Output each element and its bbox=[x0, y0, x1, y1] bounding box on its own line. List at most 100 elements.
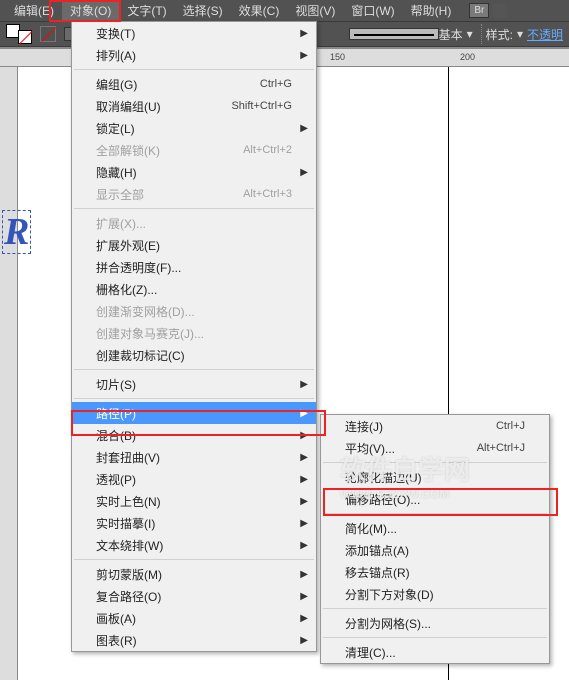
menu-separator bbox=[323, 513, 547, 514]
dropdown-icon[interactable]: ▾ bbox=[463, 27, 477, 41]
menu-shortcut: Ctrl+G bbox=[240, 78, 292, 90]
submenu-arrow-icon: ▶ bbox=[300, 474, 308, 485]
menu-item-label: 图表(R) bbox=[96, 632, 137, 649]
menu-edit[interactable]: 编辑(E) bbox=[6, 0, 62, 21]
submenu-arrow-icon: ▶ bbox=[300, 50, 308, 61]
menu-item[interactable]: 编组(G) Ctrl+G bbox=[72, 73, 316, 95]
menu-item[interactable]: 实时上色(N)▶ bbox=[72, 490, 316, 512]
menu-item-label: 添加锚点(A) bbox=[345, 542, 409, 559]
style-dropdown-icon[interactable]: ▾ bbox=[513, 27, 527, 41]
menu-item[interactable]: 栅格化(Z)... bbox=[72, 278, 316, 300]
menu-item-label: 文本绕排(W) bbox=[96, 537, 163, 554]
object-menu-dropdown: 变换(T)▶排列(A)▶编组(G)Ctrl+G取消编组(U)Shift+Ctrl… bbox=[71, 21, 317, 652]
menu-item-label: 变换(T) bbox=[96, 25, 135, 42]
submenu-arrow-icon: ▶ bbox=[300, 452, 308, 463]
menu-help[interactable]: 帮助(H) bbox=[403, 0, 460, 21]
stroke-swatch[interactable] bbox=[18, 30, 32, 44]
selected-text-object[interactable]: R bbox=[2, 210, 31, 254]
menu-item[interactable]: 扩展外观(E) bbox=[72, 234, 316, 256]
menu-item[interactable]: 封套扭曲(V) ▶ bbox=[72, 446, 316, 468]
menu-item-label: 拼合透明度(F)... bbox=[96, 259, 181, 276]
none-color-icon[interactable] bbox=[40, 26, 56, 42]
menu-item-label: 透视(P) bbox=[96, 471, 136, 488]
menu-item[interactable]: 偏移路径(O)... bbox=[321, 488, 549, 510]
menu-item[interactable]: 平均(V)...Alt+Ctrl+J bbox=[321, 437, 549, 459]
menu-object[interactable]: 对象(O) bbox=[62, 0, 119, 21]
menu-item[interactable]: 隐藏(H) ▶ bbox=[72, 161, 316, 183]
menu-item[interactable]: 切片(S)▶ bbox=[72, 373, 316, 395]
menu-item[interactable]: 分割下方对象(D) bbox=[321, 583, 549, 605]
menu-item-label: 平均(V)... bbox=[345, 440, 395, 457]
menu-item-label: 画板(A) bbox=[96, 610, 136, 627]
menu-item[interactable]: 拼合透明度(F)... bbox=[72, 256, 316, 278]
menu-item[interactable]: 文本绕排(W) ▶ bbox=[72, 534, 316, 556]
menu-text[interactable]: 文字(T) bbox=[119, 0, 174, 21]
menu-item-label: 切片(S) bbox=[96, 376, 136, 393]
menu-item[interactable]: 排列(A)▶ bbox=[72, 44, 316, 66]
menu-shortcut: Ctrl+J bbox=[476, 420, 525, 432]
menu-item-label: 路径(P) bbox=[96, 405, 136, 422]
menu-item[interactable]: 添加锚点(A) bbox=[321, 539, 549, 561]
menu-separator bbox=[74, 208, 314, 209]
menu-item-label: 扩展外观(E) bbox=[96, 237, 160, 254]
submenu-arrow-icon: ▶ bbox=[300, 496, 308, 507]
menu-item[interactable]: 混合(B)▶ bbox=[72, 424, 316, 446]
menu-separator bbox=[323, 608, 547, 609]
menu-item[interactable]: 连接(J)Ctrl+J bbox=[321, 415, 549, 437]
menu-item[interactable]: 透视(P) ▶ bbox=[72, 468, 316, 490]
menu-item-label: 轮廓化描边(U) bbox=[345, 469, 422, 486]
ruler-tick: 200 bbox=[460, 52, 475, 62]
menu-item-label: 全部解锁(K) bbox=[96, 142, 160, 159]
submenu-arrow-icon: ▶ bbox=[300, 635, 308, 646]
submenu-arrow-icon: ▶ bbox=[300, 569, 308, 580]
menu-item[interactable]: 分割为网格(S)... bbox=[321, 612, 549, 634]
menu-item[interactable]: 变换(T)▶ bbox=[72, 22, 316, 44]
menu-separator bbox=[74, 398, 314, 399]
menu-effect[interactable]: 效果(C) bbox=[231, 0, 288, 21]
menu-item[interactable]: 图表(R) ▶ bbox=[72, 629, 316, 651]
menu-item: 创建渐变网格(D)... bbox=[72, 300, 316, 322]
menu-item[interactable]: 实时描摹(I) ▶ bbox=[72, 512, 316, 534]
opacity-link[interactable]: 不透明 bbox=[527, 26, 563, 43]
menu-item: 全部解锁(K)Alt+Ctrl+2 bbox=[72, 139, 316, 161]
fill-stroke-swatch[interactable] bbox=[6, 24, 32, 44]
separator bbox=[481, 24, 482, 44]
submenu-arrow-icon: ▶ bbox=[300, 518, 308, 529]
menu-view[interactable]: 视图(V) bbox=[287, 0, 343, 21]
menu-item-label: 封套扭曲(V) bbox=[96, 449, 160, 466]
menu-item-label: 剪切蒙版(M) bbox=[96, 566, 162, 583]
menu-item-label: 创建对象马赛克(J)... bbox=[96, 325, 204, 342]
menu-item[interactable]: 创建裁切标记(C) bbox=[72, 344, 316, 366]
submenu-arrow-icon: ▶ bbox=[300, 540, 308, 551]
menu-item-label: 编组(G) bbox=[96, 76, 137, 93]
menu-item[interactable]: 简化(M)... bbox=[321, 517, 549, 539]
submenu-arrow-icon: ▶ bbox=[300, 408, 308, 419]
menu-item-label: 分割为网格(S)... bbox=[345, 615, 431, 632]
bridge-button[interactable]: Br bbox=[469, 3, 489, 18]
submenu-arrow-icon: ▶ bbox=[300, 167, 308, 178]
menu-item[interactable]: 移去锚点(R) bbox=[321, 561, 549, 583]
menu-item-label: 隐藏(H) bbox=[96, 164, 137, 181]
workspace-switcher-icon[interactable] bbox=[493, 4, 507, 18]
menu-item[interactable]: 锁定(L)▶ bbox=[72, 117, 316, 139]
menu-item[interactable]: 轮廓化描边(U) bbox=[321, 466, 549, 488]
menu-window[interactable]: 窗口(W) bbox=[343, 0, 402, 21]
menu-item[interactable]: 剪切蒙版(M) ▶ bbox=[72, 563, 316, 585]
menu-bar: 编辑(E) 对象(O) 文字(T) 选择(S) 效果(C) 视图(V) 窗口(W… bbox=[0, 0, 569, 21]
menu-item-label: 显示全部 bbox=[96, 186, 144, 203]
menu-item-label: 锁定(L) bbox=[96, 120, 135, 137]
menu-item-label: 扩展(X)... bbox=[96, 215, 146, 232]
menu-select[interactable]: 选择(S) bbox=[175, 0, 231, 21]
menu-shortcut: Shift+Ctrl+G bbox=[211, 100, 292, 112]
stroke-preview[interactable] bbox=[349, 28, 439, 40]
menu-item-label: 分割下方对象(D) bbox=[345, 586, 434, 603]
menu-item[interactable]: 取消编组(U)Shift+Ctrl+G bbox=[72, 95, 316, 117]
menu-item-label: 实时描摹(I) bbox=[96, 515, 155, 532]
menu-item[interactable]: 路径(P) ▶ bbox=[72, 402, 316, 424]
submenu-arrow-icon: ▶ bbox=[300, 591, 308, 602]
menu-item[interactable]: 画板(A)▶ bbox=[72, 607, 316, 629]
menu-item[interactable]: 清理(C)... bbox=[321, 641, 549, 663]
menu-item-label: 栅格化(Z)... bbox=[96, 281, 157, 298]
menu-item[interactable]: 复合路径(O)▶ bbox=[72, 585, 316, 607]
style-label: 样式: bbox=[486, 26, 513, 43]
